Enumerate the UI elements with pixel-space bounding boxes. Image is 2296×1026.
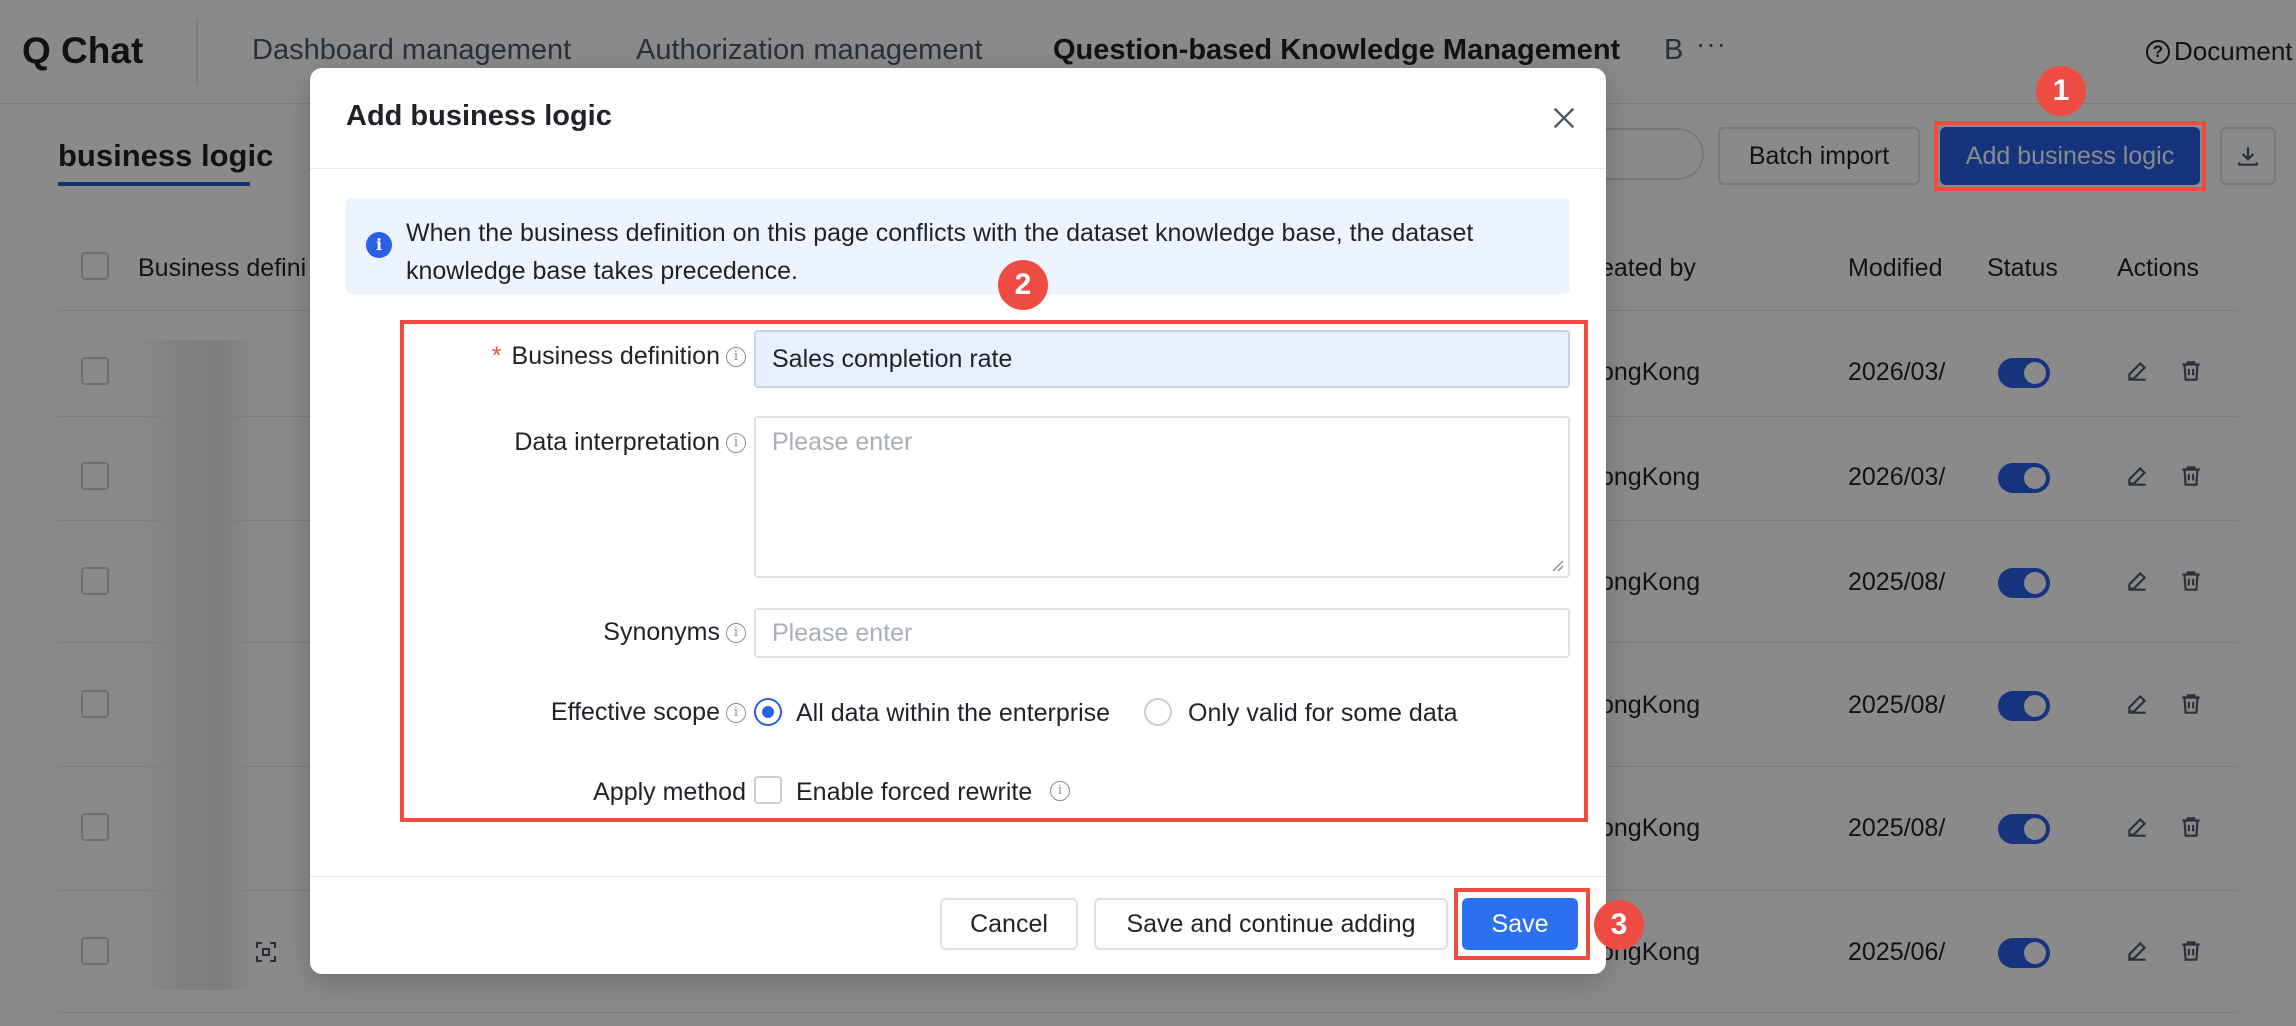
highlight-box-form [400,320,1588,822]
cancel-button[interactable]: Cancel [940,898,1078,950]
close-icon[interactable] [1548,102,1580,134]
step-badge-3: 3 [1594,900,1644,950]
save-and-continue-button[interactable]: Save and continue adding [1094,898,1448,950]
info-icon: i [366,232,392,258]
step-badge-1: 1 [2036,66,2086,116]
dialog-title: Add business logic [346,100,612,132]
info-banner-text: When the business definition on this pag… [406,219,1474,285]
info-banner: i When the business definition on this p… [346,198,1570,294]
step-badge-2: 2 [998,260,1048,310]
dialog-header-divider [310,168,1606,169]
highlight-box-save [1454,888,1590,960]
dialog-footer-divider [310,876,1606,877]
highlight-box-add-button [1934,121,2206,191]
